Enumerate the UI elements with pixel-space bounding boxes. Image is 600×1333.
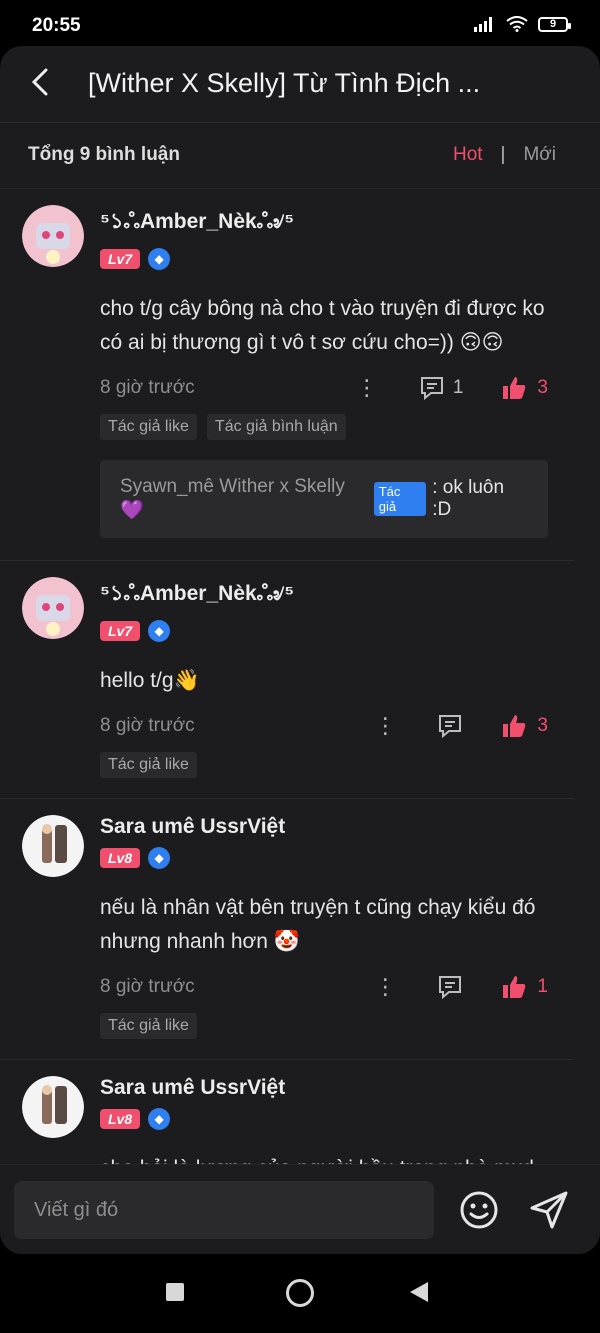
- status-bar: 20:55 9: [0, 0, 600, 48]
- page-title: [Wither X Skelly] Từ Tình Địch ...: [88, 68, 481, 98]
- smiley-icon[interactable]: [458, 1189, 500, 1231]
- comment-meta: 8 giờ trước ⋮ 3: [100, 708, 548, 744]
- comment-meta: 8 giờ trước ⋮ 1: [100, 969, 548, 1005]
- like-count: 3: [537, 715, 548, 736]
- user-badges: Lv7 ◆: [100, 620, 548, 642]
- thumbs-up-icon: [503, 377, 526, 399]
- vip-icon: ◆: [148, 620, 171, 642]
- comment-input-bar: [0, 1164, 600, 1254]
- tag-author-like: Tác giả like: [100, 414, 197, 440]
- status-time: 20:55: [32, 15, 81, 36]
- vip-icon: ◆: [148, 847, 171, 869]
- like-button[interactable]: 3: [501, 713, 548, 739]
- app-surface: [Wither X Skelly] Từ Tình Địch ... Tổng …: [0, 46, 600, 1254]
- level-badge: Lv8: [100, 1109, 141, 1129]
- username[interactable]: Sara umê UssrViệt: [100, 815, 548, 839]
- tag-author-like: Tác giả like: [100, 752, 197, 778]
- avatar[interactable]: [22, 205, 84, 267]
- level-badge: Lv7: [100, 621, 141, 641]
- avatar[interactable]: [22, 577, 84, 639]
- comment-content: cho hỏi là lương của người hầu trong nhà…: [100, 1152, 548, 1164]
- reply-text: : ok luôn :D: [432, 477, 505, 520]
- comment-summary-bar: Tổng 9 bình luận Hot | Mới: [0, 122, 600, 189]
- thumbs-up-icon: [503, 715, 526, 737]
- comment-icon: [439, 715, 462, 739]
- wifi-icon: [506, 16, 528, 32]
- chevron-left-icon[interactable]: [26, 66, 58, 98]
- home-icon[interactable]: [286, 1279, 314, 1307]
- comment-content: hello t/g👋: [100, 669, 200, 692]
- username[interactable]: ⁵১ஃAmber_Nèkஃ৶⁵: [100, 205, 548, 240]
- top-bar: [Wither X Skelly] Từ Tình Địch ...: [0, 46, 600, 123]
- tab-separator: |: [500, 144, 506, 165]
- send-icon[interactable]: [528, 1189, 570, 1231]
- author-badge: Tác giả: [373, 482, 427, 516]
- tab-new[interactable]: Mới: [523, 144, 556, 166]
- vip-icon: ◆: [148, 1108, 171, 1130]
- comment-meta: 8 giờ trước ⋮ 1 3: [100, 370, 548, 406]
- recents-icon[interactable]: [166, 1283, 184, 1301]
- comment-icon: [420, 377, 443, 401]
- comment-time: 8 giờ trước: [100, 715, 195, 736]
- reply-button[interactable]: [437, 974, 463, 1000]
- user-badges: Lv7 ◆: [100, 248, 548, 270]
- comment-item: ⁵১ஃAmber_Nèkஃ৶⁵ Lv7 ◆ cho t/g cây bông n…: [0, 189, 574, 561]
- reply-button[interactable]: 1: [419, 375, 464, 401]
- comment-icon: [439, 976, 462, 1000]
- comment-item: ⁵১ஃAmber_Nèkஃ৶⁵ Lv7 ◆ hello t/g👋 8 giờ t…: [0, 561, 574, 799]
- comment-tags: Tác giả like Tác giả bình luận: [100, 414, 548, 440]
- battery-icon: 9: [538, 16, 571, 32]
- reply-preview[interactable]: Syawn_mê Wither x Skelly💜 Tác giả : ok l…: [100, 460, 548, 538]
- comment-content: nếu là nhân vật bên truyện t cũng chạy k…: [100, 896, 536, 953]
- status-icons: 9: [474, 16, 571, 32]
- reply-user: Syawn_mê Wither x Skelly💜: [120, 476, 345, 521]
- comment-time: 8 giờ trước: [100, 377, 195, 398]
- like-button[interactable]: 1: [501, 974, 548, 1000]
- username[interactable]: Sara umê UssrViệt: [100, 1076, 548, 1100]
- comment-content: cho t/g cây bông nà cho t vào truyện đi …: [100, 297, 545, 354]
- more-vertical-icon[interactable]: ⋮: [373, 974, 397, 1000]
- more-vertical-icon[interactable]: ⋮: [355, 375, 379, 401]
- user-badges: Lv8 ◆: [100, 1108, 548, 1130]
- like-count: 3: [537, 377, 548, 398]
- avatar[interactable]: [22, 815, 84, 877]
- comment-list[interactable]: ⁵১ஃAmber_Nèkஃ৶⁵ Lv7 ◆ cho t/g cây bông n…: [0, 189, 600, 1164]
- tag-author-like: Tác giả like: [100, 1013, 197, 1039]
- comment-item: Sara umê UssrViệt Lv8 ◆ nếu là nhân vật …: [0, 799, 574, 1060]
- comment-item: Sara umê UssrViệt Lv8 ◆ cho hỏi là lương…: [0, 1060, 574, 1164]
- signal-icon: [474, 17, 492, 32]
- thumbs-up-icon: [503, 976, 526, 998]
- comment-input[interactable]: [14, 1181, 434, 1239]
- tag-author-comment: Tác giả bình luận: [206, 414, 346, 440]
- like-button[interactable]: 3: [501, 375, 548, 401]
- more-vertical-icon[interactable]: ⋮: [373, 713, 397, 739]
- tab-hot[interactable]: Hot: [453, 144, 483, 166]
- username[interactable]: ⁵১ஃAmber_Nèkஃ৶⁵: [100, 577, 548, 612]
- battery-level: 9: [549, 18, 557, 30]
- comment-count: Tổng 9 bình luận: [28, 144, 180, 165]
- comment-tags: Tác giả like: [100, 1013, 548, 1039]
- vip-icon: ◆: [148, 248, 171, 270]
- level-badge: Lv7: [100, 249, 141, 269]
- reply-count: 1: [452, 377, 464, 398]
- comment-time: 8 giờ trước: [100, 976, 195, 997]
- sort-tabs: Hot | Mới: [453, 144, 556, 166]
- avatar[interactable]: [22, 1076, 84, 1138]
- back-triangle-icon[interactable]: [410, 1282, 428, 1302]
- user-badges: Lv8 ◆: [100, 847, 548, 869]
- comment-tags: Tác giả like: [100, 752, 548, 778]
- system-nav-bar: [0, 1254, 600, 1333]
- like-count: 1: [537, 976, 548, 997]
- level-badge: Lv8: [100, 848, 141, 868]
- reply-button[interactable]: [437, 713, 463, 739]
